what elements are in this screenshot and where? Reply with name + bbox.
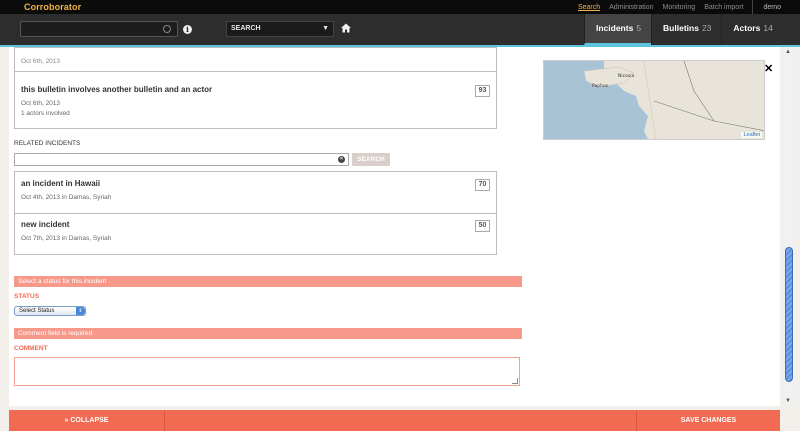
nav-search-link[interactable]: Search	[578, 0, 609, 14]
save-changes-button[interactable]: SAVE CHANGES	[636, 410, 780, 431]
nav-administration-link[interactable]: Administration	[609, 0, 662, 14]
nav-batch-import-link[interactable]: Batch import	[704, 0, 752, 14]
related-incidents-search-input[interactable]: ✕	[14, 153, 349, 166]
tab-bulletins-label: Bulletins	[663, 23, 699, 33]
tab-incidents-count: 5	[636, 23, 642, 33]
user-menu[interactable]: demo	[752, 0, 800, 14]
bulletin-number-badge: 93	[475, 85, 490, 97]
map-attribution-link[interactable]: Leaflet	[741, 132, 762, 138]
scroll-up-icon[interactable]: ▲	[785, 49, 791, 55]
related-incidents-search-button[interactable]: SEARCH	[352, 153, 390, 166]
search-type-select[interactable]: SEARCH ▼	[226, 21, 334, 37]
tab-incidents-label: Incidents	[596, 23, 634, 33]
entity-tabs: Incidents 5 Bulletins 23 Actors 14	[584, 14, 783, 45]
top-bar: Corroborator Search Administration Monit…	[0, 0, 800, 14]
status-select[interactable]: Select Status ⇕	[14, 306, 86, 316]
comment-label: COMMENT	[14, 345, 48, 352]
tab-incidents[interactable]: Incidents 5	[584, 14, 652, 45]
map[interactable]: Nicosia Paphos Leaflet	[543, 60, 765, 140]
search-type-value: SEARCH	[231, 25, 261, 32]
clear-icon[interactable]: ✕	[338, 156, 345, 163]
collapse-button[interactable]: » COLLAPSE	[9, 410, 165, 431]
action-bar: » COLLAPSE SAVE CHANGES	[9, 410, 780, 431]
bulletin-title: this bulletin involves another bulletin …	[21, 85, 213, 94]
tab-actors-count: 14	[763, 23, 773, 33]
incident-title: new incident	[21, 220, 70, 229]
tab-actors[interactable]: Actors 14	[721, 14, 783, 45]
incident-title: an incident in Hawaii	[21, 179, 101, 188]
search-input[interactable]	[20, 21, 178, 37]
scroll-down-icon[interactable]: ▼	[785, 398, 791, 404]
incident-meta: Oct 4th, 2013 in Damas, Syriah	[21, 194, 112, 201]
select-arrows-icon: ⇕	[76, 307, 85, 315]
info-icon[interactable]: i	[183, 25, 192, 34]
resize-grip-icon[interactable]	[512, 378, 518, 384]
incident-number-badge: 50	[475, 220, 490, 232]
incident-number-badge: 70	[475, 179, 490, 191]
app-logo[interactable]: Corroborator	[24, 2, 81, 12]
top-nav: Search Administration Monitoring Batch i…	[578, 0, 800, 14]
list-item[interactable]: this bulletin involves another bulletin …	[15, 72, 496, 129]
bulletin-date: Oct 6th, 2013	[21, 100, 61, 107]
tab-bulletins[interactable]: Bulletins 23	[651, 14, 722, 45]
related-incidents-label: RELATED INCIDENTS	[14, 140, 81, 147]
list-item[interactable]: Oct 6th, 2013	[15, 48, 496, 72]
comment-error-message: Comment field is required	[14, 328, 522, 339]
vertical-scrollbar[interactable]: ▲ ▼	[783, 47, 795, 406]
map-place-nicosia: Nicosia	[618, 73, 634, 79]
list-item[interactable]: an incident in Hawaii Oct 4th, 2013 in D…	[15, 172, 496, 214]
status-label: STATUS	[14, 293, 40, 300]
related-incidents-list: an incident in Hawaii Oct 4th, 2013 in D…	[14, 171, 497, 255]
comment-textarea[interactable]	[14, 357, 520, 386]
map-tiles: Nicosia Paphos	[583, 61, 764, 139]
list-item[interactable]: new incident Oct 7th, 2013 in Damas, Syr…	[15, 214, 496, 255]
status-select-value: Select Status	[19, 308, 55, 314]
status-error-message: Select a status for this incident	[14, 276, 522, 287]
home-icon[interactable]	[341, 23, 351, 33]
bulletin-date: Oct 6th, 2013	[21, 58, 61, 65]
bulletin-actor-count: 1 actors involved	[21, 110, 70, 117]
tab-bulletins-count: 23	[701, 23, 712, 33]
search-bar: i SEARCH ▼ Incidents 5 Bulletins 23 Actors…	[0, 14, 800, 45]
related-bulletins-list: Oct 6th, 2013 this bulletin involves ano…	[14, 47, 497, 129]
tab-actors-label: Actors	[733, 23, 761, 33]
chevron-down-icon: ▼	[322, 25, 329, 32]
incident-meta: Oct 7th, 2013 in Damas, Syriah	[21, 235, 112, 242]
nav-monitoring-link[interactable]: Monitoring	[663, 0, 705, 14]
map-place-paphos: Paphos	[592, 83, 609, 89]
scrollbar-thumb[interactable]	[785, 247, 793, 382]
close-icon[interactable]: ✕	[764, 62, 773, 75]
search-spinner-icon	[163, 25, 171, 33]
